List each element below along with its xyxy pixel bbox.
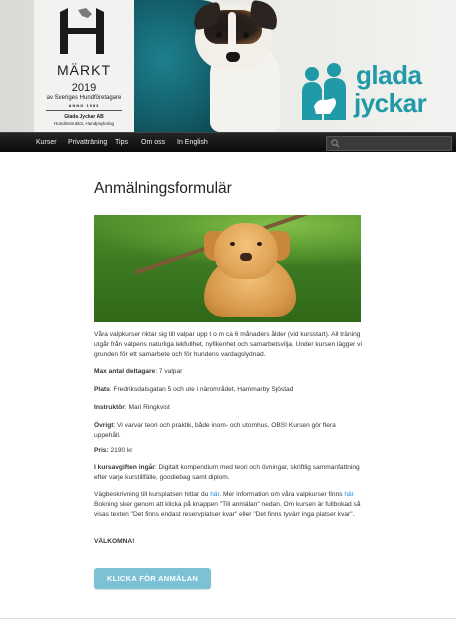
nav-item-privattraning[interactable]: Privatträning [68, 133, 107, 152]
max-label: Max antal deltagare [94, 368, 156, 375]
search-input[interactable] [326, 136, 452, 151]
people-dog-logo-icon [302, 63, 346, 120]
glada-jyckar-logo[interactable]: glada jyckar [296, 60, 446, 126]
photo-puppy-eye [257, 242, 262, 246]
logo-text: glada [356, 60, 422, 90]
page-title: Anmälningsformulär [94, 180, 232, 197]
register-button[interactable]: KLICKA FÖR ANMÄLAN [94, 568, 211, 589]
photo-puppy-nose [240, 253, 252, 261]
badge-divider [46, 110, 122, 111]
badge-year: 2019 [71, 82, 97, 94]
badge-org: av Sveriges Hundföretagare [46, 95, 122, 101]
instructor-label: Instruktör [94, 404, 125, 411]
booking-text: Bokning sker genom att klicka på knappen… [94, 501, 361, 519]
logo-text: jyckar [354, 88, 427, 118]
badge-anno: ANNO 1983 [68, 103, 100, 108]
intro-paragraph: Våra valpkurser riktar sig till valpar u… [94, 331, 362, 359]
other-label: Övrigt [94, 422, 114, 429]
certification-badge: MÄRKT 2019 av Sveriges Hundföretagare AN… [34, 0, 134, 132]
banner-dog-blaze [228, 12, 236, 52]
directions-paragraph: Vägbeskrivning till kursplatsen hittar d… [94, 490, 362, 521]
puppy-photo [94, 215, 361, 322]
badge-company: Glada Jyckar AB [64, 114, 104, 120]
included-label: I kursavgiften ingår [94, 464, 155, 471]
nav-item-kurser[interactable]: Kurser [36, 133, 57, 152]
banner-dog-eye [243, 32, 249, 38]
directions-link[interactable]: här [210, 491, 219, 498]
h-logo-icon [60, 8, 104, 54]
page: MÄRKT 2019 av Sveriges Hundföretagare AN… [0, 0, 456, 634]
price-info: Pris: 2190 kr [94, 446, 362, 456]
instructor-info: Instruktör: Mari Ringkvist [94, 403, 362, 413]
nav-item-in-english[interactable]: In English [177, 133, 208, 152]
nav-item-tips[interactable]: Tips [115, 133, 128, 152]
place-label: Plats [94, 386, 110, 393]
search-icon [331, 139, 340, 148]
welcome-text: VÄLKOMNA! [94, 537, 362, 547]
price-value: 2190 kr [108, 447, 133, 454]
max-participants: Max antal deltagare: 7 valpar [94, 367, 362, 377]
max-value: : 7 valpar [155, 368, 183, 375]
more-info-text: . Mer information om våra valpkurser fin… [219, 491, 345, 498]
banner-dog-nose [226, 52, 240, 62]
place-info: Plats: Fredriksdalsgatan 5 och ute i när… [94, 385, 362, 395]
banner-dog-eye [216, 32, 222, 38]
header-banner: MÄRKT 2019 av Sveriges Hundföretagare AN… [0, 0, 456, 132]
footer-divider [0, 618, 456, 619]
badge-role: Hundinstruktör, Hundpsykolog [53, 121, 115, 126]
main-nav: Kurser Privatträning Tips Om oss In Engl… [0, 132, 456, 152]
photo-puppy-head [214, 223, 278, 279]
directions-text: Vägbeskrivning till kursplatsen hittar d… [94, 491, 211, 498]
photo-puppy-eye [230, 242, 235, 246]
instructor-value: : Mari Ringkvist [124, 404, 170, 411]
welcome-label: VÄLKOMNA! [94, 538, 135, 545]
badge-title: MÄRKT [57, 62, 111, 78]
other-info: Övrigt: Vi varvar teori och praktik, båd… [94, 421, 362, 441]
more-info-link[interactable]: här [344, 491, 354, 498]
price-label: Pris: [94, 447, 109, 454]
other-value: : Vi varvar teori och praktik, både inom… [94, 422, 336, 440]
nav-item-om-oss[interactable]: Om oss [141, 133, 165, 152]
place-value: : Fredriksdalsgatan 5 och ute i närområd… [109, 386, 294, 393]
included-info: I kursavgiften ingår: Digitalt kompendiu… [94, 463, 362, 483]
